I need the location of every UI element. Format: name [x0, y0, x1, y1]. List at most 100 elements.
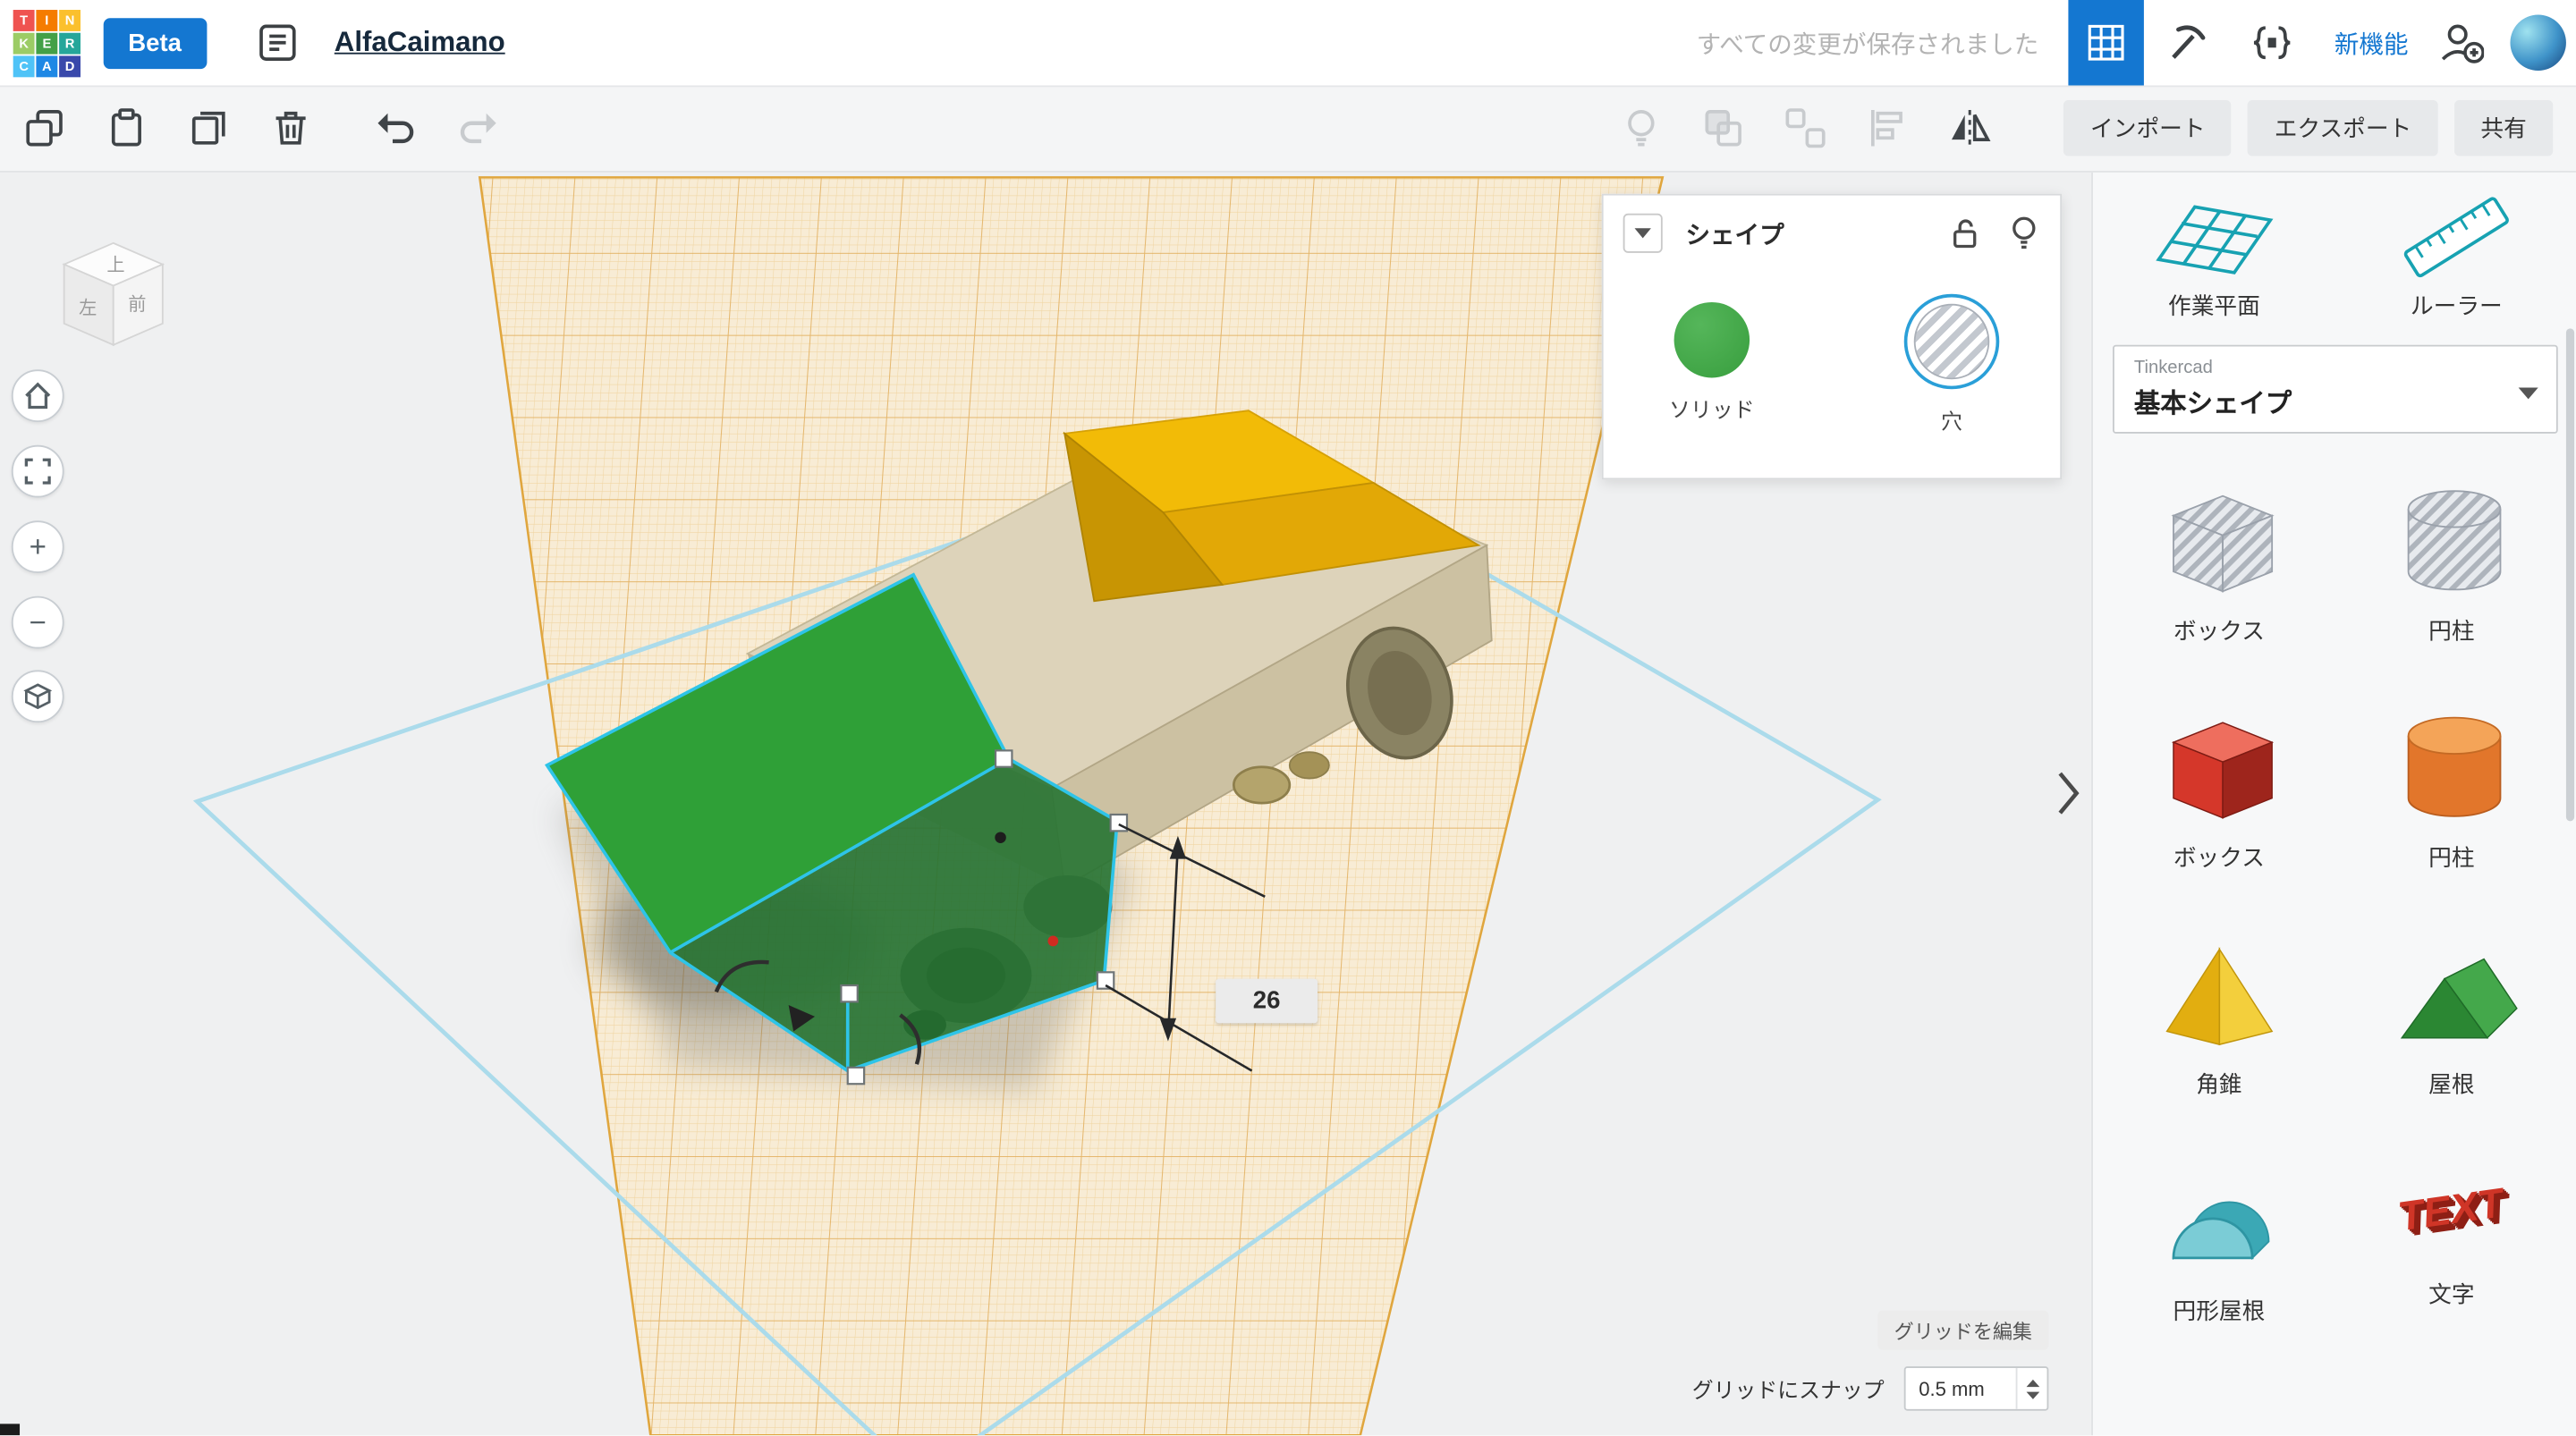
grid-icon: [2088, 25, 2123, 61]
codeblocks-icon: [2250, 21, 2293, 64]
duplicate-icon: [187, 106, 230, 149]
round-roof-icon: [2150, 1156, 2288, 1281]
home-view-button[interactable]: [12, 369, 64, 422]
ruler-label: ルーラー: [2411, 289, 2503, 322]
lightbulb-icon[interactable]: [2007, 215, 2040, 251]
text-3d-icon: TEXT: [2398, 1148, 2506, 1272]
ruler-tool[interactable]: ルーラー: [2335, 187, 2576, 322]
solid-option[interactable]: ソリッド: [1643, 294, 1781, 435]
snap-caret: [2016, 1368, 2047, 1409]
fit-view-button[interactable]: [12, 445, 64, 498]
shape-label: ボックス: [2174, 840, 2265, 874]
new-features-link[interactable]: 新機能: [2334, 25, 2409, 60]
home-icon: [23, 381, 53, 410]
shape-item-cylinder[interactable]: 円柱: [2335, 703, 2568, 874]
zoom-out-button[interactable]: −: [12, 596, 64, 649]
category-name: 基本シェイプ: [2134, 381, 2537, 420]
undo-icon: [375, 106, 418, 149]
handle: [996, 750, 1012, 766]
shape-gallery: ボックス 円柱 ボックス: [2093, 434, 2576, 1327]
cube-left-label: 左: [79, 298, 97, 318]
edit-grid-button[interactable]: グリッドを編集: [1877, 1311, 2048, 1350]
shape-item-box-hole[interactable]: ボックス: [2103, 477, 2335, 647]
codeblocks-button[interactable]: [2229, 0, 2315, 86]
import-button[interactable]: インポート: [2064, 100, 2232, 156]
invite-user-button[interactable]: [2428, 0, 2494, 86]
shape-label: 円柱: [2428, 840, 2474, 874]
snap-grid-select[interactable]: 0.5 mm: [1904, 1366, 2049, 1411]
pyramid-icon: [2150, 930, 2288, 1055]
group-icon: [1703, 106, 1746, 149]
share-button[interactable]: 共有: [2454, 100, 2553, 156]
paste-button[interactable]: [106, 106, 148, 149]
midpoint-dot[interactable]: [1047, 936, 1058, 947]
person-add-icon: [2438, 20, 2484, 65]
minus-icon: −: [30, 608, 47, 638]
lock-icon[interactable]: [1948, 215, 1981, 251]
sidebar-scrollbar-thumb[interactable]: [2566, 328, 2574, 821]
beta-button[interactable]: Beta: [104, 17, 207, 68]
tinkercad-app: TIN KER CAD Beta AlfaCaimano すべての変更が保存され…: [0, 0, 2576, 1435]
shape-category-dropdown[interactable]: Tinkercad 基本シェイプ: [2113, 345, 2558, 434]
redo-button[interactable]: [457, 106, 500, 149]
cube-top-label: 上: [106, 255, 124, 275]
delete-button[interactable]: [269, 106, 312, 149]
trash-icon: [269, 106, 312, 149]
workplane-icon: [2152, 187, 2277, 279]
shape-item-text[interactable]: TEXT 文字: [2335, 1156, 2568, 1327]
sidebar-collapse-button[interactable]: [2057, 769, 2080, 824]
design-menu-button[interactable]: [246, 20, 309, 65]
copy-button[interactable]: [23, 106, 66, 149]
redo-icon: [457, 106, 500, 149]
snap-grid-value: 0.5 mm: [1906, 1377, 2016, 1400]
shape-label: 角錐: [2196, 1068, 2241, 1101]
dimension-badge[interactable]: 26: [1216, 979, 1318, 1024]
ruler-icon: [2394, 187, 2520, 279]
perspective-toggle-button[interactable]: [12, 670, 64, 722]
category-source: Tinkercad: [2134, 358, 2537, 377]
collapse-inspector-button[interactable]: [1623, 214, 1663, 253]
scroll-corner-artifact: [0, 1423, 20, 1435]
workplane-tool[interactable]: 作業平面: [2093, 187, 2335, 322]
flip-button[interactable]: [1949, 106, 1992, 149]
export-button[interactable]: エクスポート: [2248, 100, 2437, 156]
shape-label: 円柱: [2428, 614, 2474, 647]
solid-swatch: [1674, 302, 1750, 377]
toolbar: インポート エクスポート 共有: [0, 86, 2576, 173]
shape-item-pyramid[interactable]: 角錐: [2103, 930, 2335, 1101]
hole-option[interactable]: 穴: [1883, 294, 2021, 435]
vertex-dot[interactable]: [995, 832, 1005, 842]
shape-inspector-panel: シェイプ ソリッド 穴: [1602, 194, 2062, 480]
show-all-button[interactable]: [1621, 106, 1664, 149]
group-button[interactable]: [1703, 106, 1746, 149]
duplicate-button[interactable]: [187, 106, 230, 149]
undo-button[interactable]: [375, 106, 418, 149]
list-icon: [256, 21, 299, 64]
spinner-icon: [2025, 1377, 2040, 1400]
canvas-3d[interactable]: 26 上 左 前 + −: [0, 171, 2091, 1435]
shape-item-cylinder-hole[interactable]: 円柱: [2335, 477, 2568, 647]
box-hole-icon: [2150, 477, 2288, 602]
handle: [848, 1068, 864, 1084]
minecraft-export-button[interactable]: [2144, 0, 2230, 86]
avatar[interactable]: [2510, 15, 2565, 71]
align-button[interactable]: [1867, 106, 1910, 149]
dashboard-grid-button[interactable]: [2068, 0, 2143, 86]
zoom-in-button[interactable]: +: [12, 520, 64, 573]
shape-label: ボックス: [2174, 614, 2265, 647]
axle-part-2: [1290, 752, 1329, 778]
shape-item-roof[interactable]: 屋根: [2335, 930, 2568, 1101]
shape-item-box[interactable]: ボックス: [2103, 703, 2335, 874]
design-title[interactable]: AlfaCaimano: [335, 26, 505, 59]
ungroup-icon: [1784, 106, 1827, 149]
ungroup-button[interactable]: [1784, 106, 1827, 149]
snap-grid-row: グリッドにスナップ 0.5 mm: [1692, 1366, 2049, 1411]
solid-label: ソリッド: [1669, 393, 1755, 424]
tinkercad-logo[interactable]: TIN KER CAD: [13, 9, 80, 76]
view-cube[interactable]: 上 左 前: [46, 230, 181, 365]
handle: [841, 985, 857, 1001]
box-icon: [2150, 703, 2288, 828]
toolbar-edit-icons: [1581, 106, 1992, 149]
workplane-label: 作業平面: [2168, 289, 2260, 322]
shape-item-round-roof[interactable]: 円形屋根: [2103, 1156, 2335, 1327]
